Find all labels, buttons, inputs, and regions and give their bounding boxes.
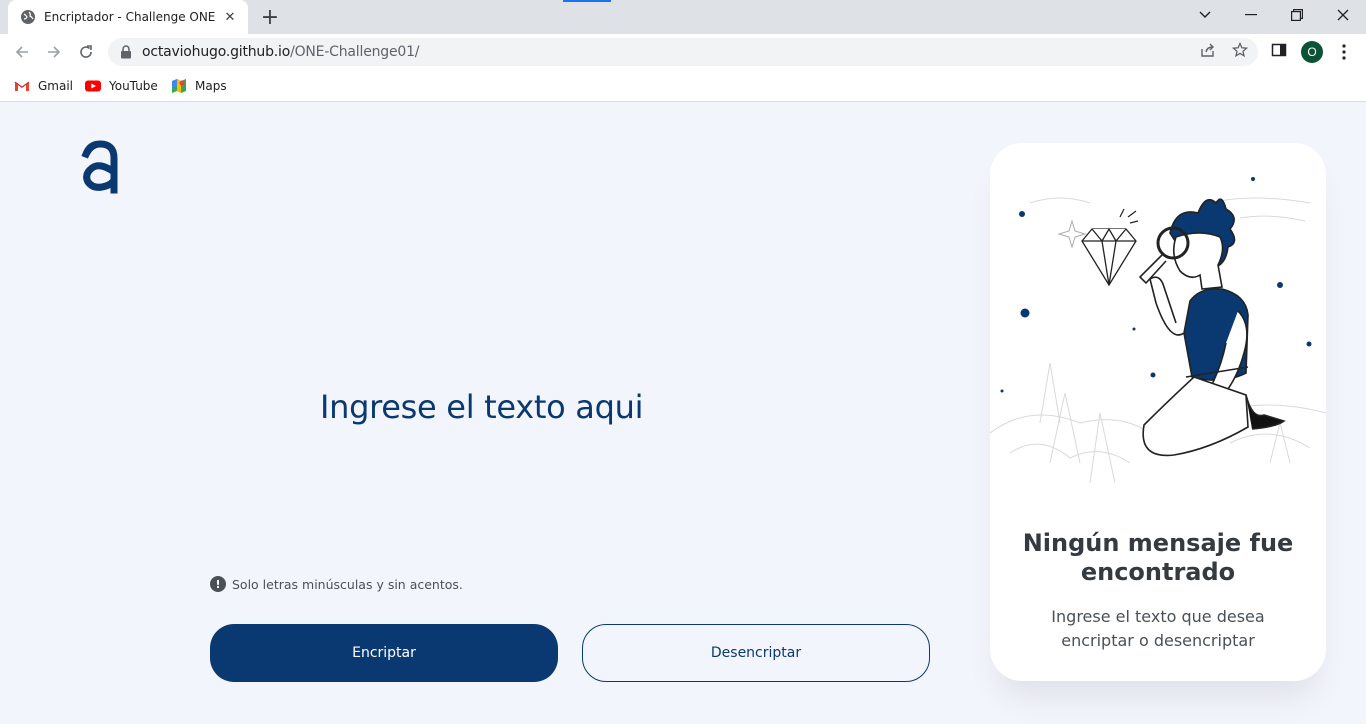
searching-illustration [990, 177, 1326, 484]
maps-icon [171, 78, 187, 94]
close-window-button[interactable] [1320, 0, 1366, 30]
forward-button[interactable] [40, 38, 68, 66]
info-icon: ! [210, 576, 226, 592]
globe-icon [20, 9, 36, 25]
bookmark-label: Gmail [38, 79, 74, 93]
share-icon[interactable] [1198, 40, 1218, 60]
hint-message: ! Solo letras minúsculas y sin acentos. [210, 576, 463, 592]
bookmark-gmail[interactable]: Gmail [14, 76, 73, 96]
bookmarks-bar: Gmail YouTube Maps [0, 70, 1366, 102]
alura-logo [80, 140, 120, 196]
new-tab-button[interactable]: + [257, 5, 283, 30]
bookmark-maps[interactable]: Maps [171, 76, 227, 96]
tab-title: Encriptador - Challenge ONE [44, 10, 216, 24]
gmail-icon [14, 78, 30, 94]
browser-toolbar: octaviohugo.github.io/ONE-Challenge01/ [0, 34, 1366, 70]
decrypt-button[interactable]: Desencriptar [582, 624, 930, 682]
restore-button[interactable] [1274, 0, 1320, 30]
result-title: Ningún mensaje fue encontrado [1022, 529, 1294, 586]
browser-tab[interactable]: Encriptador - Challenge ONE ✕ [8, 0, 248, 34]
text-input-placeholder[interactable]: Ingrese el texto aqui [320, 388, 643, 426]
url-text: octaviohugo.github.io/ONE-Challenge01/ [142, 44, 420, 60]
bookmark-youtube[interactable]: YouTube [85, 76, 158, 96]
minimize-button[interactable] [1228, 0, 1274, 30]
bookmark-star-icon[interactable] [1230, 40, 1250, 60]
profile-avatar[interactable]: O [1301, 41, 1323, 63]
hint-text: Solo letras minúsculas y sin acentos. [232, 576, 463, 592]
tab-indicator [563, 0, 611, 2]
tab-close-icon[interactable]: ✕ [222, 9, 238, 25]
result-card: Ningún mensaje fue encontrado Ingrese el… [990, 143, 1326, 681]
tab-search-button[interactable] [1182, 0, 1228, 30]
bookmark-label: YouTube [109, 79, 158, 93]
result-subtitle: Ingrese el texto que desea encriptar o d… [1051, 607, 1265, 650]
url-host: octaviohugo.github.io [142, 44, 291, 60]
side-panel-icon[interactable] [1269, 40, 1289, 60]
url-path: /ONE-Challenge01/ [290, 44, 420, 60]
back-button[interactable] [8, 38, 36, 66]
menu-icon[interactable] [1334, 40, 1354, 64]
tab-strip: Encriptador - Challenge ONE ✕ + [0, 0, 1366, 34]
lock-icon[interactable] [120, 45, 134, 59]
address-bar[interactable]: octaviohugo.github.io/ONE-Challenge01/ [108, 38, 1258, 66]
youtube-icon [85, 78, 101, 94]
bookmark-label: Maps [195, 79, 227, 93]
reload-button[interactable] [72, 38, 100, 66]
encrypt-button[interactable]: Encriptar [210, 624, 558, 682]
